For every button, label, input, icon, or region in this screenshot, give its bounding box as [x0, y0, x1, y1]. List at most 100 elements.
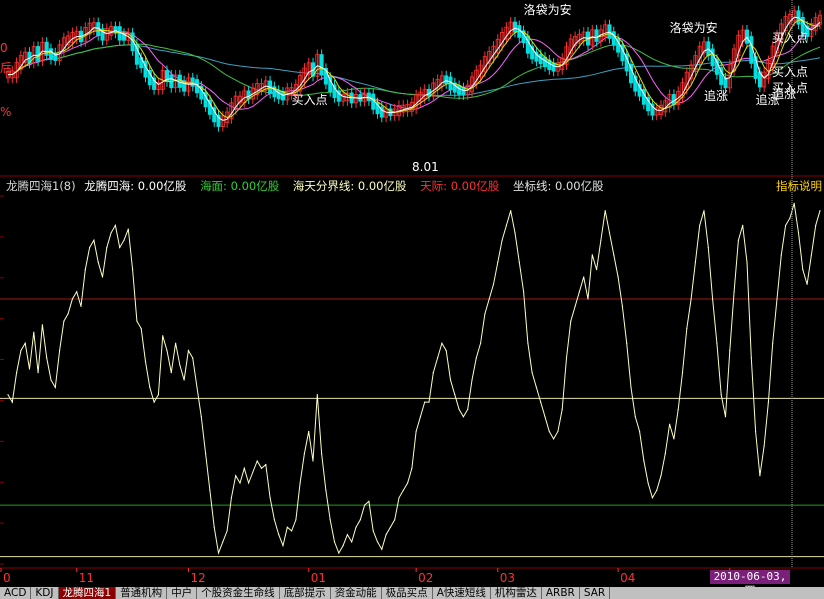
oscillator-point — [162, 335, 164, 337]
tab-4[interactable]: 中户 — [167, 587, 198, 599]
tab-8[interactable]: 极品买点 — [381, 587, 433, 599]
oscillator-point — [110, 232, 112, 234]
oscillator-point — [342, 545, 344, 547]
signal-annotation: 追涨 — [704, 88, 728, 103]
oscillator-point — [664, 453, 666, 455]
oscillator-point — [175, 342, 177, 344]
oscillator-point — [106, 246, 108, 249]
oscillator-point — [402, 489, 404, 491]
oscillator-point — [101, 276, 104, 278]
oscillator-point — [510, 210, 512, 212]
tab-1[interactable]: KDJ — [31, 587, 59, 599]
tab-10[interactable]: 机构雷达 — [490, 587, 542, 599]
oscillator-point — [776, 298, 778, 300]
oscillator-point — [780, 254, 782, 256]
oscillator-point — [785, 224, 787, 226]
candle-body — [36, 46, 41, 62]
oscillator-point — [355, 526, 357, 528]
candle-body — [49, 48, 54, 60]
tab-2[interactable]: 龙腾四海1 — [58, 587, 117, 599]
oscillator-point — [325, 489, 327, 491]
oscillator-point — [71, 298, 73, 300]
signal-annotation: 买入点 — [772, 31, 808, 45]
oscillator-point — [617, 276, 619, 278]
oscillator-point — [613, 254, 615, 256]
legend-item-2-label: 海面: — [200, 179, 227, 193]
oscillator-point — [772, 342, 774, 344]
oscillator-point — [136, 320, 138, 322]
candle-body — [710, 48, 715, 67]
oscillator-point — [694, 261, 697, 263]
oscillator-point — [424, 401, 426, 403]
tab-12[interactable]: SAR — [579, 587, 611, 599]
legend-item-3-label: 海天分界线: — [292, 179, 355, 193]
oscillator-point — [578, 291, 581, 293]
tab-9[interactable]: A快速短线 — [432, 587, 491, 599]
oscillator-point — [742, 224, 744, 226]
oscillator-point — [140, 327, 142, 330]
x-tick-label: 03 — [500, 571, 515, 585]
oscillator-point — [183, 379, 185, 381]
oscillator-point — [677, 408, 679, 410]
oscillator-point — [759, 475, 761, 477]
oscillator-point — [20, 350, 22, 352]
oscillator-point — [690, 298, 692, 300]
oscillator-point — [54, 386, 56, 388]
oscillator-point — [394, 519, 396, 521]
oscillator-point — [570, 320, 572, 322]
oscillator-point — [724, 416, 727, 418]
x-tick-label: 11 — [79, 571, 94, 585]
oscillator-point — [385, 534, 387, 536]
oscillator-point — [540, 401, 542, 403]
oscillator-point — [737, 239, 740, 241]
oscillator-point — [789, 217, 791, 219]
oscillator-point — [600, 239, 602, 241]
chart-canvas[interactable]: 0后%洛袋为安洛袋为安买入点买入点买入点买入点追涨 追涨追涨8.01 0 11 12 0… — [0, 0, 824, 599]
oscillator-point — [192, 357, 194, 359]
oscillator-point — [372, 530, 374, 532]
oscillator-point — [286, 526, 288, 528]
oscillator-point — [716, 342, 718, 344]
tab-6[interactable]: 底部提示 — [279, 587, 331, 599]
oscillator-point — [596, 269, 598, 271]
price-axis-mark: 后 — [0, 61, 12, 75]
oscillator-point — [46, 357, 48, 359]
legend-item-4: 天际: 0.00亿股 — [420, 179, 508, 193]
oscillator-point — [166, 350, 168, 352]
tab-5[interactable]: 个股资金生命线 — [197, 587, 280, 599]
oscillator-point — [33, 331, 35, 333]
oscillator-point — [604, 210, 606, 212]
signal-annotation: 洛袋为安 — [670, 20, 718, 35]
oscillator-point — [454, 394, 456, 396]
legend-item-5-label: 坐标线: — [512, 179, 552, 193]
oscillator-point — [639, 430, 641, 433]
legend-item-1: 龙腾四海: 0.00亿股 — [84, 179, 195, 193]
tab-0[interactable]: ACD — [0, 587, 32, 599]
oscillator-point — [797, 232, 800, 234]
tab-11[interactable]: ARBR — [541, 587, 580, 599]
oscillator-point — [630, 386, 632, 388]
oscillator-point — [351, 541, 353, 543]
oscillator-point — [321, 453, 323, 455]
oscillator-point — [544, 416, 546, 418]
oscillator-point — [501, 239, 503, 241]
oscillator-point — [437, 357, 439, 359]
oscillator-point — [415, 430, 417, 433]
oscillator-point — [411, 467, 413, 469]
tab-7[interactable]: 资金动能 — [330, 587, 382, 599]
oscillator-point — [806, 283, 808, 285]
oscillator-point — [179, 364, 181, 366]
candle-body — [177, 74, 182, 88]
oscillator-point — [398, 497, 400, 499]
oscillator-point — [252, 471, 254, 473]
oscillator-point — [222, 541, 224, 543]
indicator-help-button[interactable]: 指标说明 — [776, 178, 822, 194]
oscillator-point — [647, 482, 649, 484]
candle-body — [444, 75, 449, 85]
candle-body — [551, 62, 556, 72]
oscillator-point — [535, 386, 538, 388]
legend-item-2-value: 0.00亿股 — [230, 179, 280, 193]
oscillator-point — [205, 453, 207, 455]
tab-3[interactable]: 普通机构 — [116, 587, 168, 599]
oscillator-point — [458, 408, 460, 410]
